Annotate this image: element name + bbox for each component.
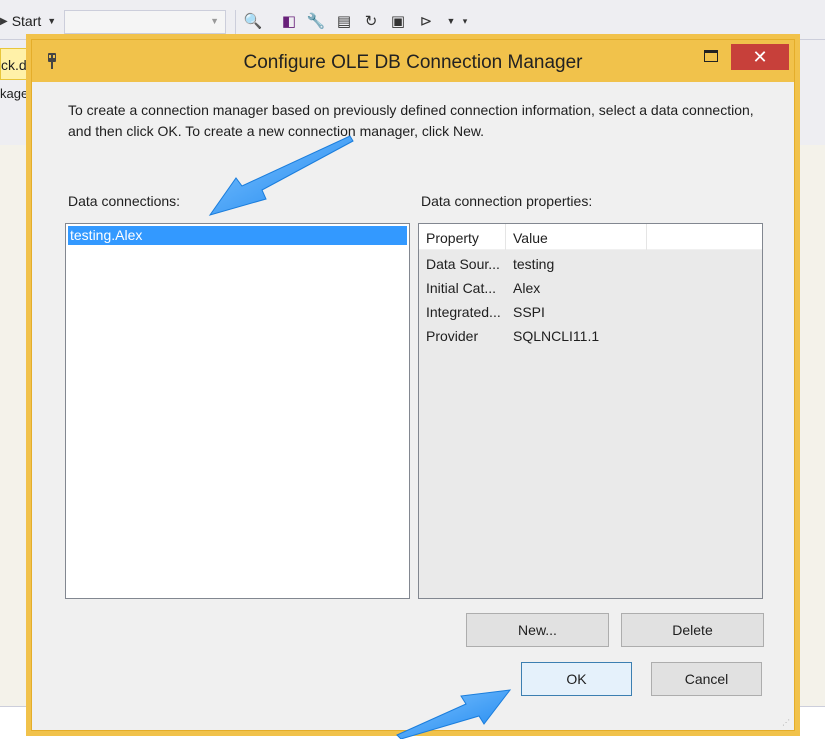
value-cell: SSPI [513, 304, 545, 320]
new-button[interactable]: New... [466, 613, 609, 647]
folder-find-icon[interactable]: 🔍 [243, 11, 263, 31]
dialog-title: Configure OLE DB Connection Manager [243, 52, 583, 73]
dialog-titlebar[interactable]: Configure OLE DB Connection Manager ✕ [32, 40, 794, 82]
properties-header: Property Value [419, 224, 762, 250]
value-cell: Alex [513, 280, 541, 296]
toolbox-icon[interactable]: ▤ [334, 11, 354, 31]
play-icon: ▶ [0, 15, 8, 27]
maximize-button[interactable] [696, 44, 726, 68]
property-cell: Integrated... [426, 304, 501, 320]
wrench-icon[interactable]: 🔧 [306, 11, 326, 31]
cancel-button[interactable]: Cancel [651, 662, 762, 696]
value-cell: testing [513, 256, 555, 272]
close-button[interactable]: ✕ [731, 44, 789, 70]
chevron-down-icon: ▼ [210, 16, 219, 26]
toolbar-separator [235, 10, 236, 34]
table-row[interactable]: Initial Cat... Alex [419, 276, 762, 300]
overflow-icon[interactable]: ▾ [455, 11, 475, 31]
ok-button[interactable]: OK [521, 662, 632, 696]
maximize-icon [704, 50, 718, 62]
data-connections-list[interactable]: testing.Alex [65, 223, 410, 599]
visual-studio-icon[interactable]: ◧ [279, 11, 299, 31]
resize-grip-icon[interactable]: ⋰ [782, 718, 792, 728]
properties-grid[interactable]: Property Value Data Sour... testing Init… [418, 223, 763, 599]
table-row[interactable]: Integrated... SSPI [419, 300, 762, 324]
close-icon: ✕ [752, 46, 768, 67]
column-header-value[interactable]: Value [506, 224, 647, 250]
package-icon[interactable]: ▣ [388, 11, 408, 31]
property-cell: Data Sour... [426, 256, 500, 272]
refresh-icon[interactable]: ↻ [361, 11, 381, 31]
column-header-property[interactable]: Property [419, 224, 506, 250]
data-connection-properties-label: Data connection properties: [421, 193, 593, 209]
property-cell: Initial Cat... [426, 280, 497, 296]
property-cell: Provider [426, 328, 479, 344]
package-explorer-tab[interactable]: kage Explorer [0, 80, 34, 108]
data-connections-label: Data connections: [68, 193, 181, 209]
start-label: Start [11, 13, 42, 29]
dialog-description: To create a connection manager based on … [68, 102, 754, 139]
solution-config-combo[interactable]: ▼ [64, 10, 226, 34]
ide-toolbar: ▶ Start ▼ ▼ 🔍 ◧ 🔧 ▤ ↻ ▣ ⊳ ▼ ▾ [0, 0, 825, 40]
console-icon[interactable]: ⊳ [416, 11, 436, 31]
delete-button[interactable]: Delete [621, 613, 764, 647]
document-tab[interactable]: ck.dtsx [0, 48, 34, 80]
table-row[interactable]: Data Sour... testing [419, 252, 762, 276]
table-row[interactable]: Provider SQLNCLI11.1 [419, 324, 762, 348]
value-cell: SQLNCLI11.1 [513, 328, 600, 344]
start-button[interactable]: ▶ Start ▼ [0, 8, 56, 34]
configure-oledb-dialog: Configure OLE DB Connection Manager ✕ To… [31, 39, 795, 731]
list-item[interactable]: testing.Alex [68, 226, 407, 245]
chevron-down-icon: ▼ [47, 16, 57, 26]
